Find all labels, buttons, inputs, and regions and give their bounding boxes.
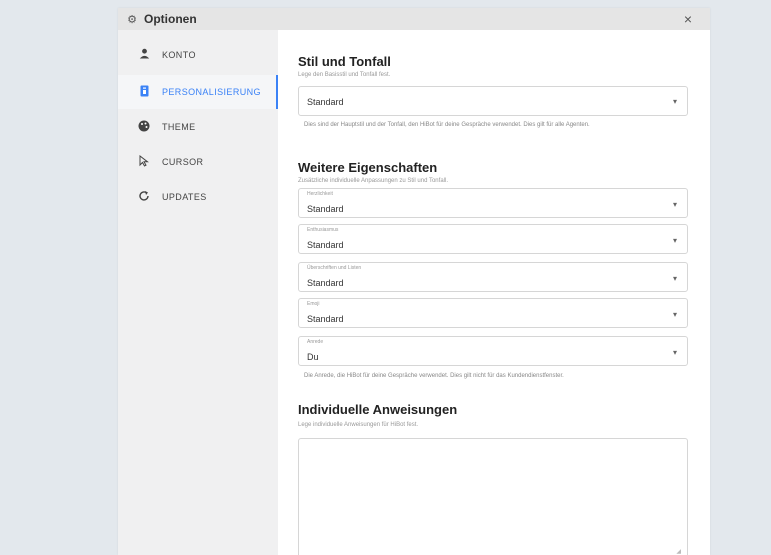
sidebar-item-updates[interactable]: UPDATES — [118, 180, 278, 214]
chevron-down-icon: ▾ — [672, 274, 677, 283]
personalization-icon — [136, 85, 152, 100]
emoji-select[interactable]: Emoji Standard ▾ — [298, 298, 688, 328]
field-label: Enthusiasmus — [307, 227, 339, 233]
sidebar-item-label: UPDATES — [162, 192, 207, 202]
field-label: Überschriften und Listen — [307, 265, 362, 271]
style-help-text: Dies sind der Hauptstil und der Tonfall,… — [304, 122, 590, 128]
style-select-value: Standard — [307, 97, 344, 107]
sidebar-item-label: CURSOR — [162, 157, 204, 167]
field-label: Anrede — [307, 339, 324, 345]
gear-icon: ⚙ — [127, 13, 137, 26]
chevron-down-icon: ▾ — [672, 97, 677, 106]
section-subtitle-properties: Zusätzliche individuelle Anpassungen zu … — [298, 178, 448, 184]
address-form-select[interactable]: Anrede Du ▾ — [298, 336, 688, 366]
close-button[interactable]: × — [680, 11, 696, 27]
chevron-down-icon: ▾ — [672, 310, 677, 319]
section-heading-style: Stil und Tonfall — [298, 54, 391, 69]
sidebar-item-cursor[interactable]: CURSOR — [118, 145, 278, 179]
title-bar: ⚙ Optionen × — [118, 8, 710, 30]
field-value: Standard — [307, 204, 344, 214]
address-help-text: Die Anrede, die HiBot für deine Gespräch… — [304, 373, 564, 379]
headings-lists-select[interactable]: Überschriften und Listen Standard ▾ — [298, 262, 688, 292]
sidebar-item-personalisierung[interactable]: PERSONALISIERUNG — [118, 75, 278, 109]
field-label: Emoji — [307, 301, 320, 307]
palette-icon — [136, 120, 152, 135]
sidebar-item-label: THEME — [162, 122, 196, 132]
options-window: ⚙ Optionen × KONTO PERSONALISIERUNG THEM… — [118, 8, 710, 555]
sidebar-item-label: KONTO — [162, 50, 196, 60]
section-heading-properties: Weitere Eigenschaften — [298, 160, 438, 175]
user-icon — [136, 48, 152, 62]
field-label: Herzlichkeit — [307, 191, 333, 197]
section-heading-instructions: Individuelle Anweisungen — [298, 402, 458, 417]
section-subtitle-instructions: Lege individuelle Anweisungen für HiBot … — [298, 422, 419, 428]
field-value: Standard — [307, 278, 344, 288]
field-value: Du — [307, 352, 319, 362]
window-title: Optionen — [144, 12, 197, 26]
enthusiasm-select[interactable]: Enthusiasmus Standard ▾ — [298, 224, 688, 254]
refresh-icon — [136, 190, 152, 205]
cursor-icon — [136, 154, 152, 170]
chevron-down-icon: ▾ — [672, 236, 677, 245]
chevron-down-icon: ▾ — [672, 348, 677, 357]
sidebar: KONTO PERSONALISIERUNG THEME CURSOR UPDA… — [118, 30, 278, 555]
field-value: Standard — [307, 240, 344, 250]
settings-content: Stil und Tonfall Lege den Basisstil und … — [278, 30, 710, 555]
chevron-down-icon: ▾ — [672, 200, 677, 209]
field-value: Standard — [307, 314, 344, 324]
style-select[interactable]: Standard ▾ — [298, 86, 688, 116]
sidebar-item-konto[interactable]: KONTO — [118, 38, 278, 72]
sidebar-item-theme[interactable]: THEME — [118, 110, 278, 144]
instructions-textarea[interactable]: ◢ — [298, 438, 688, 555]
resize-handle-icon[interactable]: ◢ — [676, 548, 681, 555]
sidebar-item-label: PERSONALISIERUNG — [162, 87, 261, 97]
section-subtitle-style: Lege den Basisstil und Tonfall fest. — [298, 72, 391, 78]
warmth-select[interactable]: Herzlichkeit Standard ▾ — [298, 188, 688, 218]
